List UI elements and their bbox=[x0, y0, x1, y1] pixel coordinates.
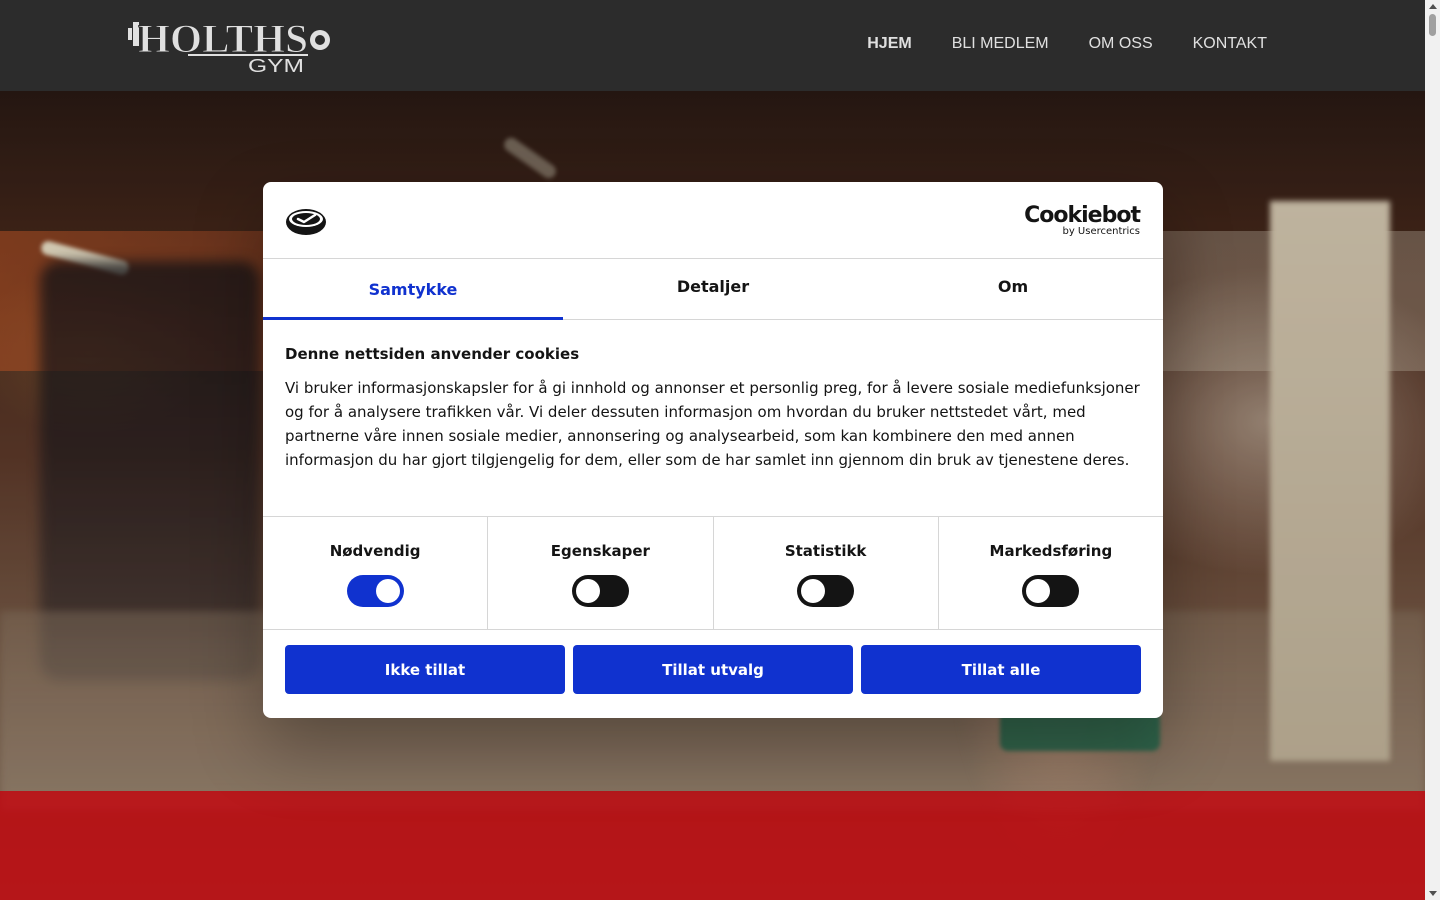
category-statistics: Statistikk bbox=[714, 517, 939, 629]
statistics-toggle[interactable] bbox=[797, 575, 855, 607]
tab-detaljer[interactable]: Detaljer bbox=[563, 259, 863, 319]
category-label: Egenskaper bbox=[550, 542, 650, 560]
category-preferences: Egenskaper bbox=[488, 517, 714, 629]
cookiebot-name: Cookiebot bbox=[1024, 203, 1141, 228]
category-marketing: Markedsføring bbox=[939, 517, 1163, 629]
category-label: Statistikk bbox=[784, 542, 867, 560]
scroll-up-icon[interactable] bbox=[1429, 4, 1437, 9]
scroll-down-icon[interactable] bbox=[1429, 891, 1437, 896]
consent-body: Vi bruker informasjonskapsler for å gi i… bbox=[285, 379, 1140, 469]
dialog-header: Cookiebot by Usercentrics bbox=[263, 182, 1163, 259]
preferences-toggle[interactable] bbox=[571, 575, 629, 607]
tab-samtykke[interactable]: Samtykke bbox=[263, 259, 563, 320]
consent-text-panel: Denne nettsiden anvender cookies Vi bruk… bbox=[263, 320, 1163, 517]
page-scrollbar[interactable] bbox=[1425, 0, 1440, 900]
allow-selection-button[interactable]: Tillat utvalg bbox=[573, 645, 853, 694]
category-label: Markedsføring bbox=[989, 542, 1113, 560]
allow-all-button[interactable]: Tillat alle bbox=[861, 645, 1141, 694]
dialog-tabs: Samtykke Detaljer Om bbox=[263, 259, 1163, 320]
marketing-toggle[interactable] bbox=[1022, 575, 1080, 607]
consent-heading: Denne nettsiden anvender cookies bbox=[285, 345, 580, 363]
scroll-thumb[interactable] bbox=[1429, 14, 1436, 36]
necessary-toggle[interactable] bbox=[346, 575, 404, 607]
cookie-consent-dialog: Cookiebot by Usercentrics Samtykke Detal… bbox=[263, 182, 1163, 718]
tab-om[interactable]: Om bbox=[863, 259, 1163, 319]
cookie-icon bbox=[286, 209, 326, 235]
category-necessary: Nødvendig bbox=[263, 517, 489, 629]
cookiebot-logo[interactable]: Cookiebot by Usercentrics bbox=[1024, 203, 1141, 238]
deny-button[interactable]: Ikke tillat bbox=[285, 645, 565, 694]
consent-buttons: Ikke tillat Tillat utvalg Tillat alle bbox=[263, 630, 1163, 709]
category-label: Nødvendig bbox=[329, 542, 421, 560]
consent-categories: Nødvendig Egenskaper Statistikk Markedsf… bbox=[263, 517, 1163, 630]
